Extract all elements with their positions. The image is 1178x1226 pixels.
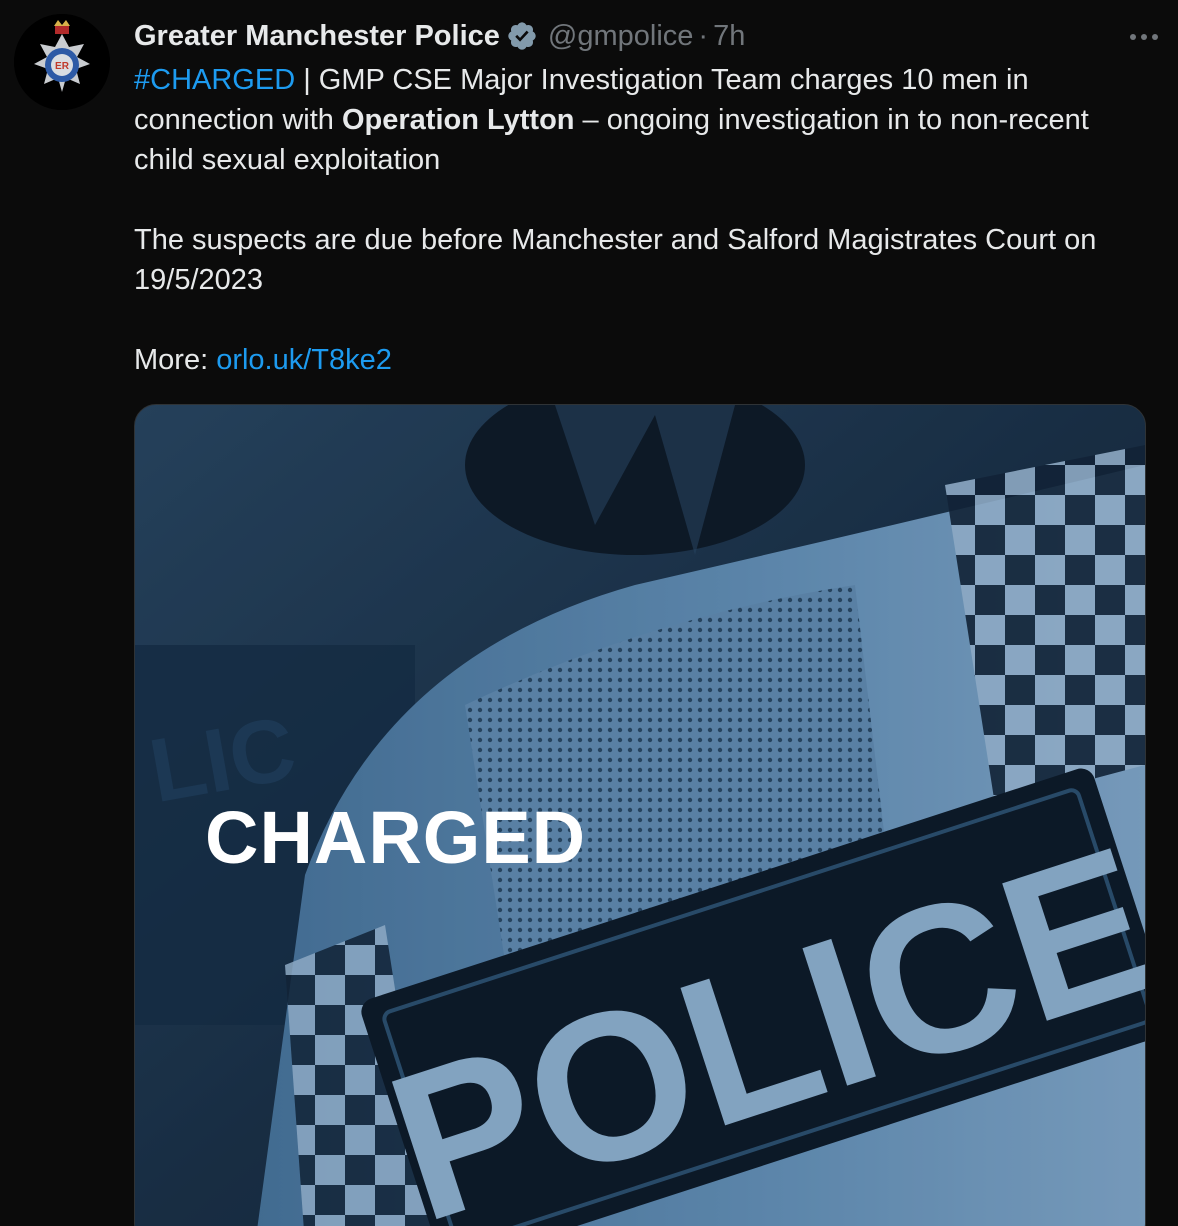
more-label: More:: [134, 344, 217, 376]
tweet-header: Greater Manchester Police @gmpolice · 7h: [134, 14, 1124, 58]
tweet-more-line: More: orlo.uk/T8ke2: [134, 340, 1124, 380]
tweet-body: Greater Manchester Police @gmpolice · 7h…: [134, 14, 1124, 380]
handle[interactable]: @gmpolice: [548, 20, 694, 53]
verified-badge-icon[interactable]: [506, 20, 538, 52]
hashtag-link[interactable]: #CHARGED: [134, 64, 295, 96]
avatar[interactable]: ER: [14, 14, 110, 110]
tweet[interactable]: ER Greater Manchester Police @gmpolice ·…: [0, 0, 1178, 1226]
tweet-bold-phrase: Operation Lytton: [341, 104, 575, 136]
svg-text:ER: ER: [55, 61, 70, 72]
timestamp[interactable]: 7h: [713, 20, 745, 53]
display-name[interactable]: Greater Manchester Police: [134, 20, 500, 53]
tweet-paragraph-2: The suspects are due before Manchester a…: [134, 224, 1105, 296]
separator-dot: ·: [698, 19, 709, 52]
more-dots-icon[interactable]: [1124, 22, 1164, 52]
tweet-text: #CHARGED | GMP CSE Major Investigation T…: [134, 60, 1124, 180]
tweet-image[interactable]: LIC POLICE CHARGED: [134, 404, 1146, 1226]
gmp-crest-icon: ER: [14, 14, 110, 110]
charged-overlay-text: CHARGED: [205, 796, 587, 879]
more-link[interactable]: orlo.uk/T8ke2: [216, 344, 392, 376]
